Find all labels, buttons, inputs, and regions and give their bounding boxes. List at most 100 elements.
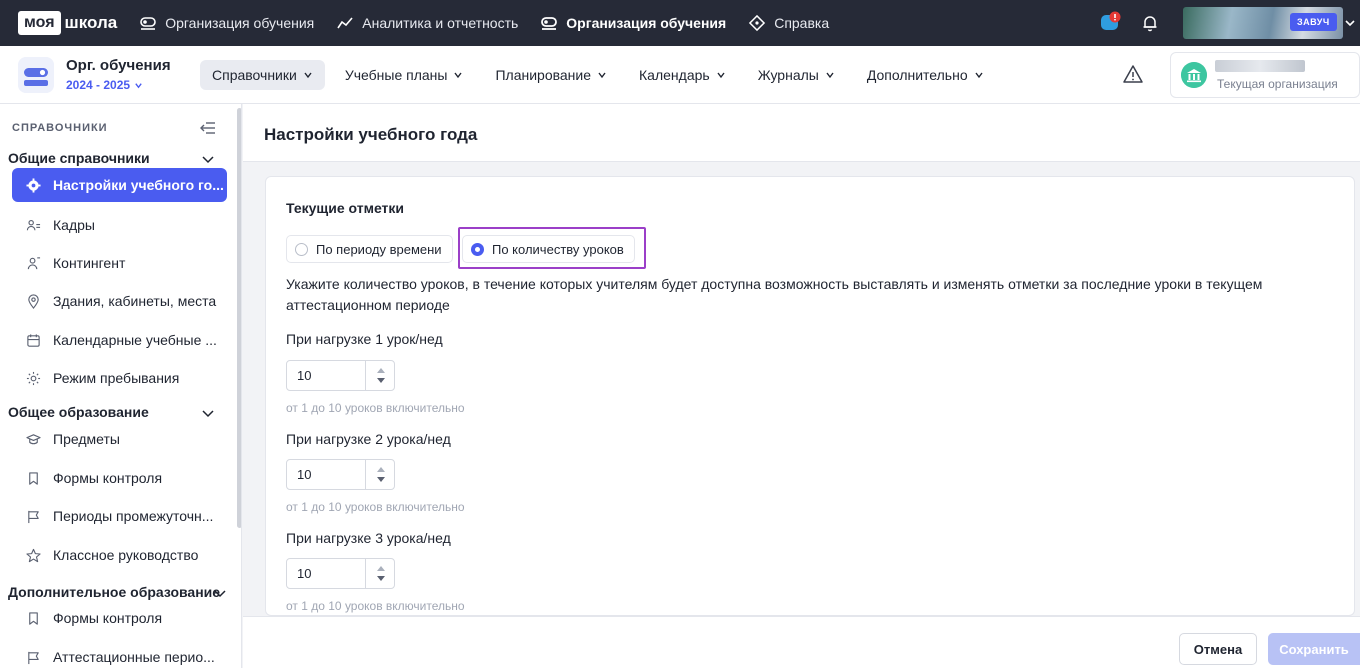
topnav-label: Аналитика и отчетность (362, 15, 519, 31)
sidebar-item-subjects[interactable]: Предметы (12, 422, 227, 456)
subnav-journals[interactable]: Журналы (746, 60, 847, 90)
analytics-icon (337, 17, 353, 29)
sidebar-item-label: Классное руководство (53, 547, 199, 563)
subnav-calendar[interactable]: Календарь (627, 60, 738, 90)
chevron-down-icon (598, 72, 606, 79)
help-icon (749, 14, 766, 32)
stepper-value[interactable]: 10 (297, 566, 311, 581)
chevron-down-icon (975, 72, 983, 79)
section-title: Текущие отметки (286, 200, 405, 216)
flag-icon (28, 510, 39, 523)
academic-year-selector[interactable]: 2024 - 2025 (66, 78, 143, 92)
save-button[interactable]: Сохранить (1268, 633, 1360, 665)
stepper-down-icon[interactable] (377, 576, 385, 581)
module-navigation: Справочники Учебные планы Планирование К… (200, 60, 996, 90)
role-badge[interactable]: ЗАВУЧ (1290, 13, 1337, 31)
stepper-down-icon[interactable] (377, 477, 385, 482)
stepper-buttons (365, 361, 395, 390)
subnav-directories[interactable]: Справочники (200, 60, 325, 90)
sidebar-item-label: Режим пребывания (53, 370, 180, 386)
subnav-additional[interactable]: Дополнительно (855, 60, 996, 90)
organization-selector[interactable]: Текущая организация (1170, 52, 1360, 98)
subnav-label: Календарь (639, 67, 710, 83)
subnav-label: Дополнительно (866, 67, 968, 83)
sidebar-item-label: Календарные учебные ... (53, 332, 217, 348)
radio-label: По периоду времени (316, 241, 442, 257)
subnav-label: Журналы (757, 67, 819, 83)
academic-year: 2024 - 2025 (66, 78, 131, 92)
cancel-button[interactable]: Отмена (1179, 633, 1257, 665)
sidebar-item-attestation-periods[interactable]: Аттестационные перио... (12, 640, 227, 668)
page-title: Настройки учебного года (264, 125, 478, 144)
sidebar-header: СПРАВОЧНИКИ (12, 122, 108, 134)
top-bar: моя школа Организация обучения Аналитика… (0, 0, 1360, 46)
page-header: Настройки учебного года (243, 104, 1360, 162)
marks-description: Укажите количество уроков, в течение кот… (286, 276, 1263, 313)
sidebar-item-contingent[interactable]: Контингент (12, 246, 227, 280)
collapse-sidebar-icon[interactable] (199, 121, 217, 135)
bell-icon[interactable] (1141, 14, 1159, 32)
chevron-down-icon (214, 590, 226, 598)
stepper-value[interactable]: 10 (297, 467, 311, 482)
sidebar-item-staff[interactable]: Кадры (12, 208, 227, 242)
module-title: Орг. обучения (66, 57, 171, 74)
sidebar-item-label: Кадры (53, 217, 95, 233)
top-navigation: Организация обучения Аналитика и отчетно… (139, 14, 829, 32)
stepper-up-icon[interactable] (377, 368, 385, 373)
calendar-icon (27, 333, 40, 347)
chat-notification-icon[interactable] (1100, 11, 1122, 33)
stepper-up-icon[interactable] (377, 566, 385, 571)
sidebar-item-buildings[interactable]: Здания, кабинеты, места (12, 284, 227, 318)
subnav-planning[interactable]: Планирование (483, 60, 619, 90)
sidebar-item-calendars[interactable]: Календарные учебные ... (12, 323, 227, 357)
sidebar-group-title: Общие справочники (8, 150, 150, 166)
sidebar-group-title: Дополнительное образование (8, 584, 221, 600)
subnav-curricula[interactable]: Учебные планы (333, 60, 476, 90)
chevron-down-icon (717, 72, 725, 79)
sidebar-group-additional-education[interactable]: Дополнительное образование (8, 584, 226, 600)
organization-icon (140, 17, 157, 30)
chevron-down-icon[interactable] (1343, 16, 1357, 30)
sidebar-item-stay-mode[interactable]: Режим пребывания (12, 361, 227, 395)
chevron-down-icon (202, 410, 214, 418)
sidebar-item-control-forms[interactable]: Формы контроля (12, 461, 227, 495)
stepper-up-icon[interactable] (377, 467, 385, 472)
chevron-down-icon (304, 72, 312, 79)
topnav-organization[interactable]: Организация обучения (139, 14, 314, 32)
stepper-buttons (365, 559, 395, 588)
topnav-label: Организация обучения (566, 15, 727, 31)
sidebar-item-class-leadership[interactable]: Классное руководство (12, 538, 227, 572)
sidebar-item-label: Формы контроля (53, 610, 163, 626)
app-logo[interactable]: моя школа (18, 10, 117, 36)
range-hint: от 1 до 10 уроков включительно (286, 401, 465, 415)
lessons-stepper-3[interactable]: 10 (286, 558, 395, 589)
lessons-stepper-1[interactable]: 10 (286, 360, 395, 391)
sidebar-group-general-education[interactable]: Общее образование (8, 404, 214, 420)
sidebar-item-intermediate-periods[interactable]: Периоды промежуточн... (12, 499, 227, 533)
radio-by-time-period[interactable]: По периоду времени (286, 235, 453, 263)
topnav-organization-active[interactable]: Организация обучения (540, 14, 726, 32)
sidebar-scrollbar[interactable] (237, 108, 241, 528)
topnav-label: Справка (774, 15, 830, 31)
stepper-value[interactable]: 10 (297, 368, 311, 383)
sidebar-item-label: Настройки учебного го... (53, 177, 224, 193)
sidebar-item-year-settings[interactable]: Настройки учебного го... (12, 168, 227, 202)
radio-indicator (295, 242, 308, 256)
topnav-help[interactable]: Справка (748, 14, 829, 32)
topnav-analytics[interactable]: Аналитика и отчетность (336, 14, 518, 32)
stepper-down-icon[interactable] (377, 378, 385, 383)
warning-icon[interactable] (1122, 63, 1144, 85)
lessons-stepper-2[interactable]: 10 (286, 459, 395, 490)
sidebar-item-label: Формы контроля (53, 470, 163, 486)
stepper-buttons (365, 460, 395, 489)
load-label: При нагрузке 1 урок/нед (286, 331, 443, 347)
sidebar-group-general[interactable]: Общие справочники (8, 150, 214, 166)
load-label: При нагрузке 3 урока/нед (286, 530, 451, 546)
selection-highlight (458, 227, 646, 269)
chevron-down-icon (135, 82, 142, 88)
flag-icon (28, 651, 39, 664)
sidebar-item-control-forms-additional[interactable]: Формы контроля (12, 601, 227, 635)
sidebar-item-label: Контингент (53, 255, 126, 271)
sidebar: СПРАВОЧНИКИ Общие справочники Настройки … (0, 104, 242, 668)
sidebar-item-label: Здания, кабинеты, места (53, 293, 217, 309)
